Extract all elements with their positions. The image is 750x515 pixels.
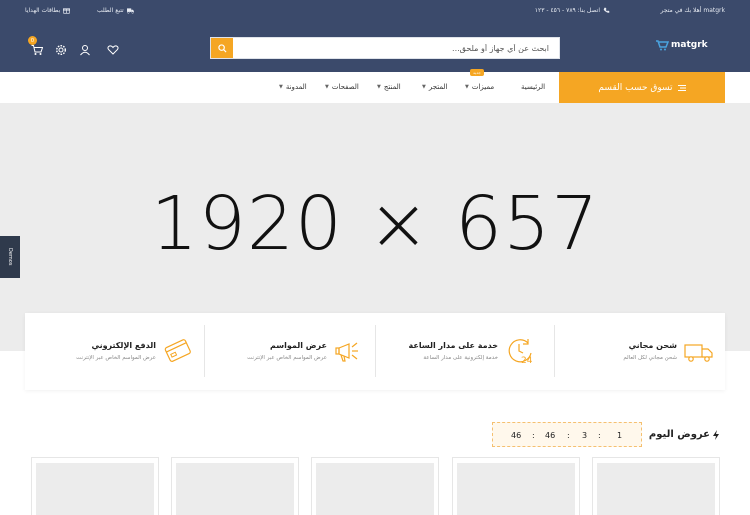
- nav-shop-label: المتجر: [428, 83, 448, 91]
- timer-hours: 3: [582, 431, 588, 440]
- site-logo[interactable]: matgrk: [655, 39, 708, 51]
- nav-home-label: الرئيسية: [521, 83, 546, 91]
- heart-icon: [107, 45, 119, 55]
- main-nav: تسوق حسب القسم الرئيسية ▼ مميزات ▼ المتج…: [25, 72, 725, 103]
- feature-divider: [375, 325, 376, 377]
- feature-season-offers: عرض المواسم عرض المواسم الخاص عبر الإنتر…: [204, 313, 375, 390]
- nav-item-pages[interactable]: ▼ الصفحات: [325, 83, 359, 91]
- credit-card-icon: [162, 337, 194, 365]
- lightning-icon: [713, 429, 719, 440]
- feature-subtitle: عرض المواسم الخاص عبر الإنترنت: [76, 355, 156, 361]
- feature-divider: [204, 325, 205, 377]
- nav-item-features[interactable]: ▼ مميزات: [465, 83, 494, 91]
- nav-item-blog[interactable]: ▼ المدونة: [279, 83, 307, 91]
- cart-logo-icon: [656, 40, 669, 51]
- product-image: [36, 463, 154, 515]
- feature-free-shipping: شحن مجاني شحن مجاني لكل العالم: [554, 313, 725, 390]
- demos-side-tab[interactable]: Demos: [0, 236, 20, 278]
- svg-text:24: 24: [521, 356, 533, 365]
- feature-title: عرض المواسم: [270, 341, 327, 350]
- product-image: [176, 463, 294, 515]
- feature-online-payment: الدفع الإلكتروني عرض المواسم الخاص عبر ا…: [33, 313, 204, 390]
- timer-separator: :: [598, 431, 601, 440]
- nav-item-home[interactable]: الرئيسية: [521, 83, 545, 91]
- phone-label: اتصل بنا: ٧٨٩ - ٤٥٦ - ١٢٣: [534, 7, 600, 14]
- feature-subtitle: عرض المواسم الخاص عبر الإنترنت: [247, 355, 327, 361]
- megaphone-icon: [333, 337, 365, 365]
- top-bar: أهلا بك في متجر matgrk اتصل بنا: ٧٨٩ - ٤…: [0, 0, 750, 22]
- track-order-label: تتبع الطلب: [97, 7, 124, 14]
- feature-subtitle: شحن مجاني لكل العالم: [623, 355, 677, 361]
- feature-title: الدفع الإلكتروني: [91, 341, 156, 350]
- logo-text: matgrk: [671, 40, 708, 50]
- product-image: [457, 463, 575, 515]
- timer-days: 1: [617, 431, 623, 440]
- search-box: [210, 37, 560, 59]
- feature-divider: [554, 325, 555, 377]
- feature-subtitle: خدمة إلكترونية على مدار الساعة: [423, 355, 498, 361]
- chevron-down-icon: ▼: [377, 84, 381, 90]
- deals-title-label: عروض اليوم: [648, 429, 710, 440]
- product-image: [597, 463, 715, 515]
- new-badge: جديد: [470, 69, 484, 76]
- welcome-text: أهلا بك في متجر matgrk: [661, 7, 725, 14]
- product-image: [316, 463, 434, 515]
- menu-icon: [677, 84, 686, 91]
- nav-item-shop[interactable]: ▼ المتجر: [422, 83, 447, 91]
- product-card[interactable]: [592, 457, 720, 515]
- cart-icon: [31, 45, 44, 55]
- chevron-down-icon: ▼: [465, 84, 469, 90]
- wishlist-button[interactable]: [107, 41, 119, 55]
- clock-24-icon: 24: [504, 337, 536, 366]
- feature-title: شحن مجاني: [628, 341, 677, 350]
- timer-separator: :: [567, 431, 570, 440]
- gear-icon: [55, 44, 67, 56]
- timer-seconds: 46: [511, 431, 522, 440]
- user-icon: [80, 45, 90, 56]
- product-card[interactable]: [31, 457, 159, 515]
- hero-placeholder-text: 1920 × 657: [150, 181, 600, 267]
- product-card[interactable]: [311, 457, 439, 515]
- chevron-down-icon: ▼: [422, 84, 426, 90]
- deals-heading: عروض اليوم: [649, 429, 720, 440]
- product-card[interactable]: [171, 457, 299, 515]
- timer-minutes: 46: [545, 431, 556, 440]
- nav-item-product[interactable]: ▼ المنتج: [377, 83, 401, 91]
- cart-count-badge: 0: [28, 36, 37, 45]
- feature-24h-service: 24 خدمة على مدار الساعة خدمة إلكترونية ع…: [375, 313, 546, 390]
- search-input[interactable]: [233, 38, 559, 58]
- nav-pages-label: الصفحات: [331, 83, 359, 91]
- demos-label: Demos: [7, 248, 13, 266]
- truck-icon: [683, 337, 715, 365]
- gift-cards-link[interactable]: بطاقات الهدايا: [25, 7, 71, 14]
- settings-button[interactable]: [55, 41, 67, 56]
- shop-by-category-button[interactable]: تسوق حسب القسم: [559, 72, 725, 103]
- countdown-timer: 1 : 3 : 46 : 46: [492, 422, 642, 447]
- category-button-label: تسوق حسب القسم: [598, 82, 673, 93]
- account-button[interactable]: [79, 41, 91, 56]
- gift-icon: [63, 8, 71, 14]
- gift-cards-label: بطاقات الهدايا: [25, 7, 61, 14]
- search-icon: [217, 43, 227, 53]
- chevron-down-icon: ▼: [279, 84, 283, 90]
- track-order-link[interactable]: تتبع الطلب: [97, 7, 134, 14]
- search-button[interactable]: [211, 38, 233, 58]
- nav-blog-label: المدونة: [285, 83, 307, 91]
- timer-separator: :: [532, 431, 535, 440]
- chevron-down-icon: ▼: [325, 84, 329, 90]
- nav-product-label: المنتج: [383, 83, 401, 91]
- welcome-label: أهلا بك في متجر matgrk: [660, 7, 725, 14]
- phone-icon: [603, 7, 610, 13]
- product-card[interactable]: [452, 457, 580, 515]
- main-header: matgrk 0: [0, 22, 750, 72]
- contact-phone: اتصل بنا: ٧٨٩ - ٤٥٦ - ١٢٣: [535, 7, 610, 14]
- features-strip: شحن مجاني شحن مجاني لكل العالم 24 خدمة ع…: [25, 313, 725, 390]
- truck-small-icon: [126, 8, 134, 14]
- nav-features-label: مميزات: [471, 83, 495, 91]
- feature-title: خدمة على مدار الساعة: [408, 341, 499, 350]
